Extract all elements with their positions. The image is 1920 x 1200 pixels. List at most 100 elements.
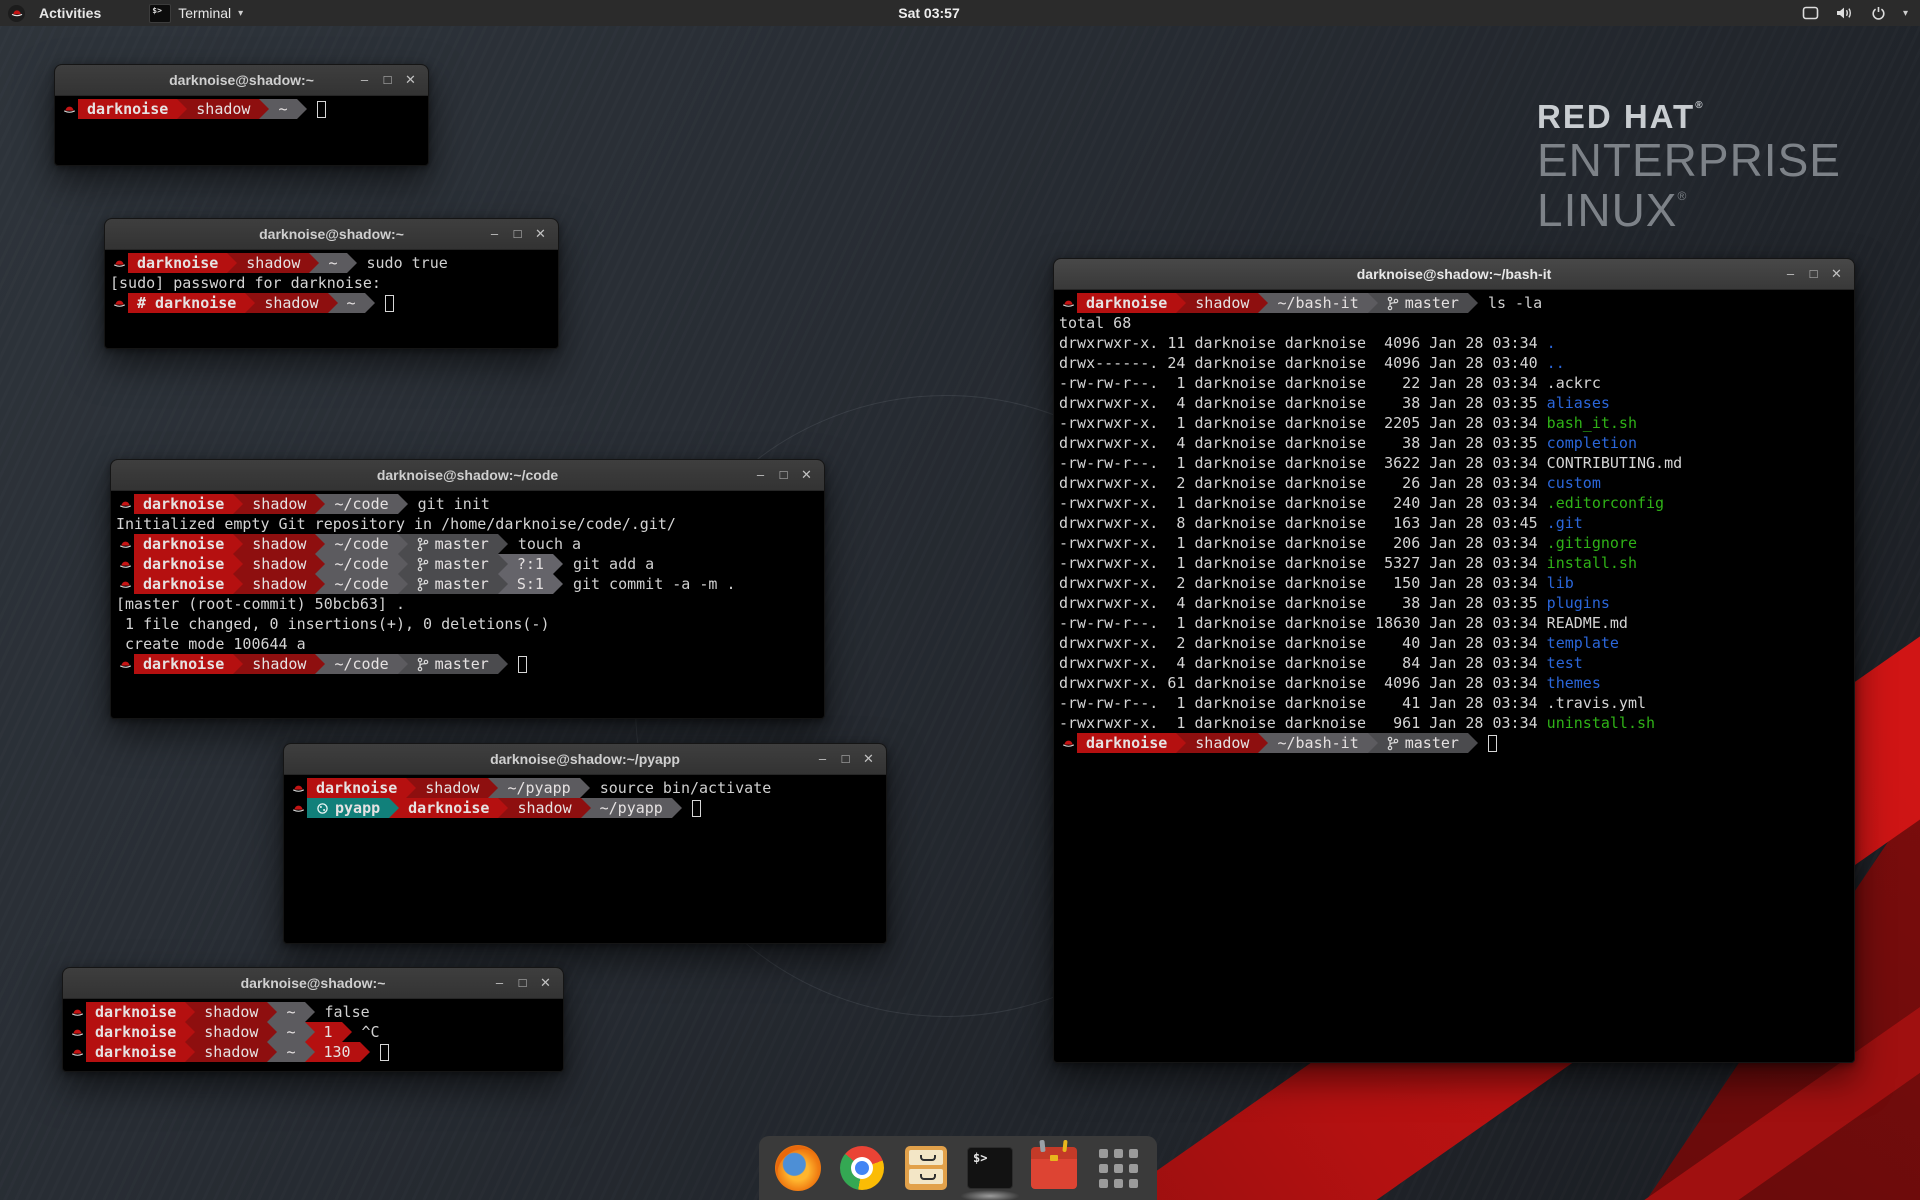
dock-chrome[interactable] [839, 1145, 885, 1191]
ls-line: -rwxrwxr-x. 1 darknoise darknoise 5327 J… [1059, 553, 1637, 573]
ls-line: drwxrwxr-x. 4 darknoise darknoise 38 Jan… [1059, 393, 1610, 413]
terminal-window-t6[interactable]: darknoise@shadow:~/bash-it–□✕darknoisesh… [1053, 258, 1855, 1063]
dock-files[interactable] [903, 1145, 949, 1191]
powerline-separator [498, 574, 508, 594]
prompt-segment: darknoise [86, 1042, 185, 1062]
terminal-cursor [692, 800, 701, 817]
file-name: .editorconfig [1547, 494, 1664, 512]
prompt-segment: darknoise [134, 554, 233, 574]
redhat-prompt-icon [68, 1042, 86, 1062]
terminal-window-t3[interactable]: darknoise@shadow:~/code –□✕ darknoise shado… [110, 459, 825, 719]
window-titlebar[interactable]: darknoise@shadow:~/code –□✕ [111, 460, 824, 491]
window-titlebar[interactable]: darknoise@shadow:~–□✕ [63, 968, 563, 999]
redhat-prompt-icon [1059, 733, 1077, 753]
python-icon [316, 802, 329, 815]
close-button[interactable]: ✕ [399, 65, 422, 95]
powerline-separator [315, 654, 325, 674]
powerline-separator [233, 554, 243, 574]
terminal-content[interactable]: darknoiseshadow~/bash-itmasterls -latota… [1054, 290, 1854, 753]
terminal-content[interactable]: darknoiseshadow~/codegit initInitialized… [111, 491, 824, 674]
app-menu-terminal[interactable]: $> Terminal ▾ [141, 2, 251, 25]
window-titlebar[interactable]: darknoise@shadow:~–□✕ [105, 219, 558, 250]
dock-terminal[interactable]: $> [967, 1145, 1013, 1191]
file-name: test [1547, 654, 1583, 672]
powerline-separator [233, 534, 243, 554]
window-controls: –□✕ [488, 968, 557, 998]
dock-firefox[interactable] [775, 1145, 821, 1191]
dock-app-grid[interactable] [1095, 1145, 1141, 1191]
terminal-window-t1[interactable]: darknoise@shadow:~–□✕darknoiseshadow~ [54, 64, 429, 166]
ls-line: drwxrwxr-x. 4 darknoise darknoise 84 Jan… [1059, 653, 1583, 673]
maximize-button[interactable]: □ [376, 65, 399, 95]
maximize-button[interactable]: □ [506, 219, 529, 249]
minimize-button[interactable]: – [483, 219, 506, 249]
file-name: . [1547, 334, 1556, 352]
minimize-button[interactable]: – [488, 968, 511, 998]
redhat-prompt-icon [116, 494, 134, 514]
close-button[interactable]: ✕ [1825, 259, 1848, 289]
terminal-content[interactable]: darknoiseshadow~/pyappsource bin/activat… [284, 775, 886, 818]
output-text: Initialized empty Git repository in /hom… [116, 514, 676, 534]
window-titlebar[interactable]: darknoise@shadow:~/pyapp–□✕ [284, 744, 886, 775]
clock[interactable]: Sat 03:57 [898, 5, 959, 21]
minimize-button[interactable]: – [749, 460, 772, 490]
maximize-button[interactable]: □ [834, 744, 857, 774]
dock-toolbox[interactable] [1031, 1145, 1077, 1191]
maximize-button[interactable]: □ [511, 968, 534, 998]
prompt-segment: darknoise [78, 99, 177, 119]
powerline-separator [581, 798, 591, 818]
minimize-button[interactable]: – [811, 744, 834, 774]
prompt-segment: darknoise [399, 798, 498, 818]
redhat-icon [8, 5, 25, 22]
file-name: custom [1547, 474, 1601, 492]
maximize-button[interactable]: □ [1802, 259, 1825, 289]
terminal-line: # darknoiseshadow~ [110, 293, 558, 313]
file-name: CONTRIBUTING.md [1547, 454, 1682, 472]
prompt-segment: shadow [195, 1002, 267, 1022]
terminal-window-t5[interactable]: darknoise@shadow:~–□✕darknoiseshadow~fal… [62, 967, 564, 1072]
terminal-line: drwxrwxr-x. 4 darknoise darknoise 84 Jan… [1059, 653, 1854, 673]
file-name: lib [1547, 574, 1574, 592]
maximize-button[interactable]: □ [772, 460, 795, 490]
terminal-line: -rwxrwxr-x. 1 darknoise darknoise 206 Ja… [1059, 533, 1854, 553]
window-titlebar[interactable]: darknoise@shadow:~–□✕ [55, 65, 428, 96]
prompt-segment: darknoise [134, 534, 233, 554]
close-button[interactable]: ✕ [857, 744, 880, 774]
screen-icon [1802, 6, 1819, 20]
close-button[interactable]: ✕ [795, 460, 818, 490]
terminal-line: Initialized empty Git repository in /hom… [116, 514, 824, 534]
prompt-segment: darknoise [134, 654, 233, 674]
prompt-segment: ~ [338, 293, 365, 313]
terminal-content[interactable]: darknoiseshadow~falsedarknoiseshadow~1^C… [63, 999, 563, 1062]
terminal-window-t2[interactable]: darknoise@shadow:~–□✕darknoiseshadow~sud… [104, 218, 559, 349]
output-text: total 68 [1059, 313, 1131, 333]
close-button[interactable]: ✕ [534, 968, 557, 998]
ls-line: -rwxrwxr-x. 1 darknoise darknoise 961 Ja… [1059, 713, 1655, 733]
prompt-segment: shadow [255, 293, 327, 313]
prompt-segment: shadow [243, 534, 315, 554]
powerline-separator [305, 1042, 315, 1062]
prompt-segment: master [408, 574, 498, 594]
prompt-segment: shadow [416, 778, 488, 798]
activities-button[interactable]: Activities [33, 5, 107, 21]
window-titlebar[interactable]: darknoise@shadow:~/bash-it–□✕ [1054, 259, 1854, 290]
window-title: darknoise@shadow:~/code [377, 467, 558, 483]
desktop: RED HAT® ENTERPRISE LINUX® darknoise@sha… [0, 0, 1920, 1200]
terminal-line: -rw-rw-r--. 1 darknoise darknoise 41 Jan… [1059, 693, 1854, 713]
terminal-content[interactable]: darknoiseshadow~ [55, 96, 428, 119]
powerline-separator [245, 293, 255, 313]
terminal-line: drwxrwxr-x. 2 darknoise darknoise 40 Jan… [1059, 633, 1854, 653]
terminal-icon: $> [967, 1147, 1013, 1189]
chrome-icon [840, 1146, 884, 1190]
minimize-button[interactable]: – [353, 65, 376, 95]
prompt-segment: shadow [1186, 733, 1258, 753]
ls-line: -rw-rw-r--. 1 darknoise darknoise 41 Jan… [1059, 693, 1646, 713]
terminal-window-t4[interactable]: darknoise@shadow:~/pyapp–□✕darknoiseshad… [283, 743, 887, 944]
terminal-content[interactable]: darknoiseshadow~sudo true[sudo] password… [105, 250, 558, 313]
registered-mark: ® [1677, 189, 1687, 203]
close-button[interactable]: ✕ [529, 219, 552, 249]
branch-icon [417, 537, 429, 552]
system-status-area[interactable]: ▾ [1802, 6, 1908, 21]
minimize-button[interactable]: – [1779, 259, 1802, 289]
redhat-prompt-icon [68, 1002, 86, 1022]
